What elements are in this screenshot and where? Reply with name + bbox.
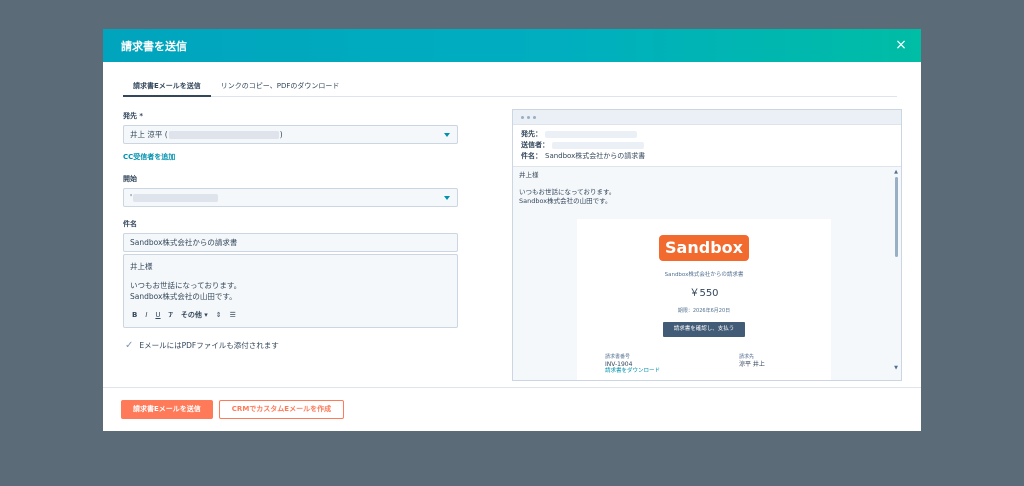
preview-line: いつもお世話になっております。: [519, 188, 616, 196]
more-options-button[interactable]: その他 ▾: [181, 310, 208, 321]
subject-input[interactable]: Sandbox株式会社からの請求書: [123, 233, 458, 252]
download-invoice-link[interactable]: 請求書をダウンロード: [605, 368, 660, 375]
preview-subject: Sandbox株式会社からの請求書: [545, 152, 646, 160]
body-line: いつもお世話になっております。: [130, 281, 242, 290]
email-form: 発先 * 井上 涼平 ( ) CC受信者を追加 開始 ' 件名 Sandbox株…: [123, 111, 458, 351]
invoice-number: INV-1904: [605, 361, 633, 368]
from-name: 井上 涼平 (: [130, 130, 168, 139]
from-select[interactable]: 井上 涼平 ( ): [123, 125, 458, 144]
list-icon[interactable]: ☰: [230, 310, 236, 321]
body-line: 井上様: [130, 262, 153, 271]
scroll-thumb[interactable]: [894, 177, 898, 257]
from-suffix: ): [279, 130, 283, 139]
email-body-editor[interactable]: 井上様 いつもお世話になっております。 Sandbox株式会社の山田です。 B …: [123, 254, 458, 328]
more-label: その他: [180, 311, 202, 319]
modal-header: 請求書を送信 ×: [103, 29, 921, 62]
bill-to-col: 請求先 涼平 井上: [739, 354, 765, 368]
redacted-to: [545, 131, 637, 138]
preview-email-body: 井上様 いつもお世話になっております。 Sandbox株式会社の山田です。 Sa…: [513, 167, 901, 380]
preview-meta: 発先： 送信者： 件名： Sandbox株式会社からの請求書: [513, 125, 901, 167]
open-label: 開始: [123, 175, 137, 183]
scroll-up-icon[interactable]: ▲: [893, 169, 899, 175]
preview-sender-label: 送信者：: [521, 141, 549, 149]
bill-to-label: 請求先: [739, 354, 755, 360]
window-dot-icon: [521, 115, 524, 119]
clear-format-icon[interactable]: T̷: [169, 310, 173, 321]
subject-label: 件名: [123, 220, 137, 228]
open-select[interactable]: ': [123, 188, 458, 207]
invoice-number-col: 請求書番号 INV-1904 請求書をダウンロード: [605, 354, 660, 375]
scroll-down-icon[interactable]: ▼: [893, 364, 899, 373]
send-invoice-modal: 請求書を送信 × 請求書Eメールを送信 リンクのコピー、PDFのダウンロード 発…: [103, 29, 921, 431]
close-icon[interactable]: ×: [893, 37, 909, 53]
redacted-value: [133, 193, 219, 202]
preview-greeting: 井上様: [519, 171, 539, 179]
pdf-attach-label: EメールにはPDFファイルも添付されます: [139, 341, 279, 350]
add-cc-link[interactable]: CC受信者を追加: [123, 152, 458, 162]
tab-send-email[interactable]: 請求書Eメールを送信: [123, 77, 211, 97]
attach-icon[interactable]: ⇕: [216, 310, 222, 321]
invoice-card: Sandbox Sandbox株式会社からの請求書 ￥550 期限：2026年6…: [577, 219, 831, 380]
underline-button[interactable]: U: [155, 310, 160, 321]
crm-custom-email-button[interactable]: CRMでカスタムEメールを作成: [218, 400, 345, 419]
sandbox-logo: Sandbox: [659, 235, 749, 261]
tab-bar: 請求書Eメールを送信 リンクのコピー、PDFのダウンロード: [123, 77, 897, 97]
preview-subject-label: 件名：: [521, 152, 542, 160]
modal-footer: 請求書Eメールを送信 CRMでカスタムEメールを作成: [103, 387, 921, 431]
editor-toolbar: B I U T̷ その他 ▾ ⇕ ☰: [132, 310, 236, 321]
redacted-email: [168, 130, 279, 139]
invoice-amount: ￥550: [689, 288, 719, 299]
pdf-attach-row: ✓ EメールにはPDFファイルも添付されます: [123, 340, 458, 351]
modal-title: 請求書を送信: [121, 39, 187, 53]
invoice-due-date: 期限：2026年6月20日: [677, 308, 731, 314]
bold-button[interactable]: B: [132, 310, 137, 321]
email-preview: 発先： 送信者： 件名： Sandbox株式会社からの請求書 井上様 いつもお世話…: [512, 109, 902, 381]
chevron-down-icon: ▾: [204, 311, 208, 319]
italic-button[interactable]: I: [145, 310, 147, 321]
window-dot-icon: [527, 115, 530, 119]
preview-to-label: 発先：: [521, 130, 542, 138]
checkmark-icon: ✓: [125, 340, 134, 351]
invoice-title: Sandbox株式会社からの請求書: [664, 272, 744, 278]
preview-scrollbar[interactable]: ▲ ▼: [893, 169, 899, 373]
window-dot-icon: [533, 115, 536, 119]
invoice-number-label: 請求書番号: [605, 354, 631, 360]
open-prefix: ': [130, 193, 133, 202]
chevron-down-icon: [444, 196, 450, 200]
preview-window-bar: [513, 110, 901, 125]
chevron-down-icon: [444, 133, 450, 137]
pay-invoice-button[interactable]: 請求書を確認し、支払う: [663, 322, 745, 337]
send-invoice-email-button[interactable]: 請求書Eメールを送信: [121, 400, 213, 419]
redacted-sender: [552, 142, 644, 149]
preview-line: Sandbox株式会社の山田です。: [519, 197, 612, 205]
tab-copy-link-pdf[interactable]: リンクのコピー、PDFのダウンロード: [211, 77, 350, 97]
body-line: Sandbox株式会社の山田です。: [130, 292, 237, 301]
bill-to-name: 涼平 井上: [739, 361, 765, 368]
from-label: 発先 *: [123, 112, 144, 120]
